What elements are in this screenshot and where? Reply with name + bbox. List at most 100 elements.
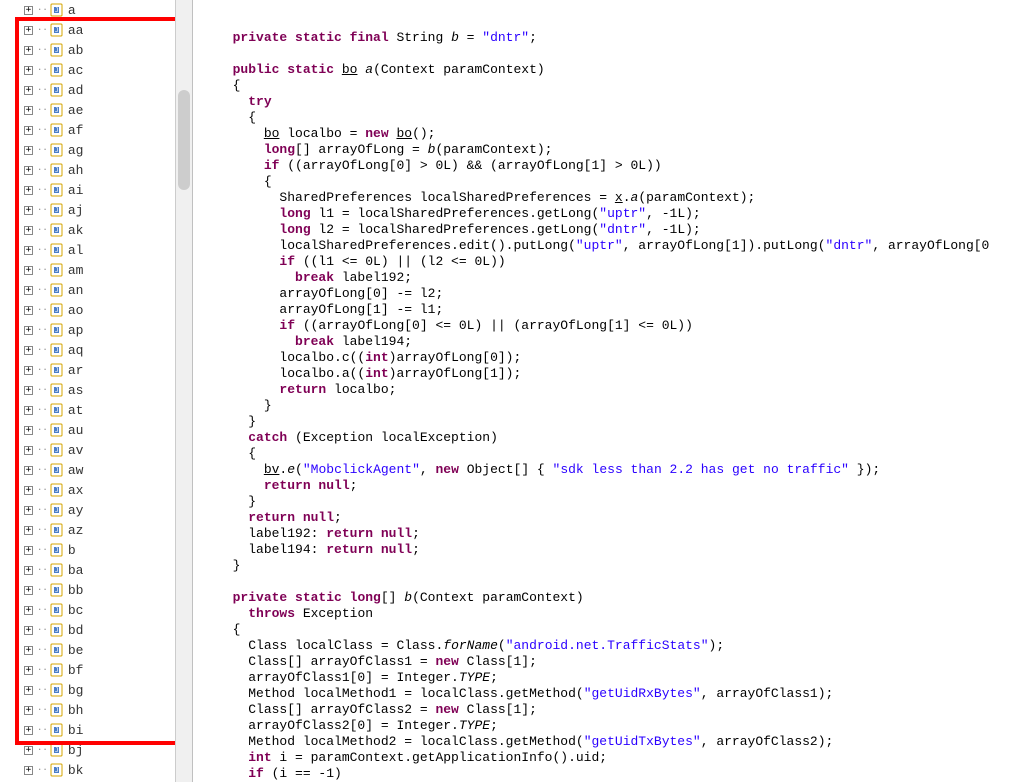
tree-item-ar[interactable]: +··Jar — [0, 360, 180, 380]
tree-item-av[interactable]: +··Jav — [0, 440, 180, 460]
tree-item-an[interactable]: +··Jan — [0, 280, 180, 300]
expander-icon[interactable]: + — [24, 26, 33, 35]
expander-icon[interactable]: + — [24, 486, 33, 495]
expander-icon[interactable]: + — [24, 66, 33, 75]
tree-item-al[interactable]: +··Jal — [0, 240, 180, 260]
expander-icon[interactable]: + — [24, 546, 33, 555]
tree-item-b[interactable]: +··Jb — [0, 540, 180, 560]
tree-item-bc[interactable]: +··Jbc — [0, 600, 180, 620]
tree-item-ac[interactable]: +··Jac — [0, 60, 180, 80]
tree-item-label: a — [68, 3, 76, 18]
expander-icon[interactable]: + — [24, 566, 33, 575]
tree-item-aq[interactable]: +··Jaq — [0, 340, 180, 360]
expander-icon[interactable]: + — [24, 386, 33, 395]
svg-text:J: J — [55, 247, 59, 254]
tree-item-bd[interactable]: +··Jbd — [0, 620, 180, 640]
tree-item-bb[interactable]: +··Jbb — [0, 580, 180, 600]
tree-item-label: aj — [68, 203, 84, 218]
tree-item-bi[interactable]: +··Jbi — [0, 720, 180, 740]
svg-text:J: J — [55, 707, 59, 714]
tree-item-at[interactable]: +··Jat — [0, 400, 180, 420]
tree-connector: ·· — [37, 205, 48, 215]
expander-icon[interactable]: + — [24, 426, 33, 435]
tree-item-am[interactable]: +··Jam — [0, 260, 180, 280]
expander-icon[interactable]: + — [24, 746, 33, 755]
tree-item-be[interactable]: +··Jbe — [0, 640, 180, 660]
expander-icon[interactable]: + — [24, 406, 33, 415]
tree-item-au[interactable]: +··Jau — [0, 420, 180, 440]
splitter[interactable] — [181, 0, 193, 782]
tree-item-ab[interactable]: +··Jab — [0, 40, 180, 60]
tree-item-ah[interactable]: +··Jah — [0, 160, 180, 180]
expander-icon[interactable]: + — [24, 166, 33, 175]
tree-item-ba[interactable]: +··Jba — [0, 560, 180, 580]
tree-item-bk[interactable]: +··Jbk — [0, 760, 180, 780]
package-explorer[interactable]: +··Ja+··Jaa+··Jab+··Jac+··Jad+··Jae+··Ja… — [0, 0, 181, 782]
expander-icon[interactable]: + — [24, 6, 33, 15]
tree-item-bj[interactable]: +··Jbj — [0, 740, 180, 760]
tree-scrollbar[interactable] — [175, 0, 192, 782]
expander-icon[interactable]: + — [24, 226, 33, 235]
tree-item-aw[interactable]: +··Jaw — [0, 460, 180, 480]
java-file-icon: J — [50, 263, 64, 277]
expander-icon[interactable]: + — [24, 606, 33, 615]
tree-item-label: ah — [68, 163, 84, 178]
expander-icon[interactable]: + — [24, 586, 33, 595]
tree-item-ax[interactable]: +··Jax — [0, 480, 180, 500]
svg-text:J: J — [55, 627, 59, 634]
expander-icon[interactable]: + — [24, 146, 33, 155]
expander-icon[interactable]: + — [24, 286, 33, 295]
expander-icon[interactable]: + — [24, 106, 33, 115]
expander-icon[interactable]: + — [24, 266, 33, 275]
expander-icon[interactable]: + — [24, 466, 33, 475]
tree-item-aj[interactable]: +··Jaj — [0, 200, 180, 220]
expander-icon[interactable]: + — [24, 346, 33, 355]
expander-icon[interactable]: + — [24, 446, 33, 455]
expander-icon[interactable]: + — [24, 666, 33, 675]
expander-icon[interactable]: + — [24, 526, 33, 535]
tree-item-a[interactable]: +··Ja — [0, 0, 180, 20]
expander-icon[interactable]: + — [24, 626, 33, 635]
svg-text:J: J — [55, 187, 59, 194]
code-editor[interactable]: private static final String b = "dntr"; … — [193, 0, 1025, 782]
tree-item-label: ag — [68, 143, 84, 158]
svg-text:J: J — [55, 547, 59, 554]
expander-icon[interactable]: + — [24, 186, 33, 195]
expander-icon[interactable]: + — [24, 326, 33, 335]
expander-icon[interactable]: + — [24, 306, 33, 315]
tree-connector: ·· — [37, 325, 48, 335]
tree-scrollbar-thumb[interactable] — [178, 90, 190, 190]
tree-item-ak[interactable]: +··Jak — [0, 220, 180, 240]
tree-item-ag[interactable]: +··Jag — [0, 140, 180, 160]
tree-item-bf[interactable]: +··Jbf — [0, 660, 180, 680]
tree-item-bg[interactable]: +··Jbg — [0, 680, 180, 700]
java-file-icon: J — [50, 743, 64, 757]
expander-icon[interactable]: + — [24, 46, 33, 55]
expander-icon[interactable]: + — [24, 706, 33, 715]
tree-item-as[interactable]: +··Jas — [0, 380, 180, 400]
tree-item-ad[interactable]: +··Jad — [0, 80, 180, 100]
expander-icon[interactable]: + — [24, 126, 33, 135]
tree-item-aa[interactable]: +··Jaa — [0, 20, 180, 40]
svg-text:J: J — [55, 367, 59, 374]
tree-item-af[interactable]: +··Jaf — [0, 120, 180, 140]
expander-icon[interactable]: + — [24, 506, 33, 515]
expander-icon[interactable]: + — [24, 246, 33, 255]
java-file-icon: J — [50, 43, 64, 57]
expander-icon[interactable]: + — [24, 86, 33, 95]
tree-item-az[interactable]: +··Jaz — [0, 520, 180, 540]
expander-icon[interactable]: + — [24, 766, 33, 775]
tree-item-ao[interactable]: +··Jao — [0, 300, 180, 320]
tree-item-ap[interactable]: +··Jap — [0, 320, 180, 340]
tree-item-ai[interactable]: +··Jai — [0, 180, 180, 200]
expander-icon[interactable]: + — [24, 366, 33, 375]
expander-icon[interactable]: + — [24, 206, 33, 215]
expander-icon[interactable]: + — [24, 686, 33, 695]
tree-item-bh[interactable]: +··Jbh — [0, 700, 180, 720]
tree-item-ay[interactable]: +··Jay — [0, 500, 180, 520]
tree-item-ae[interactable]: +··Jae — [0, 100, 180, 120]
tree-connector: ·· — [37, 765, 48, 775]
expander-icon[interactable]: + — [24, 726, 33, 735]
expander-icon[interactable]: + — [24, 646, 33, 655]
tree-connector: ·· — [37, 585, 48, 595]
